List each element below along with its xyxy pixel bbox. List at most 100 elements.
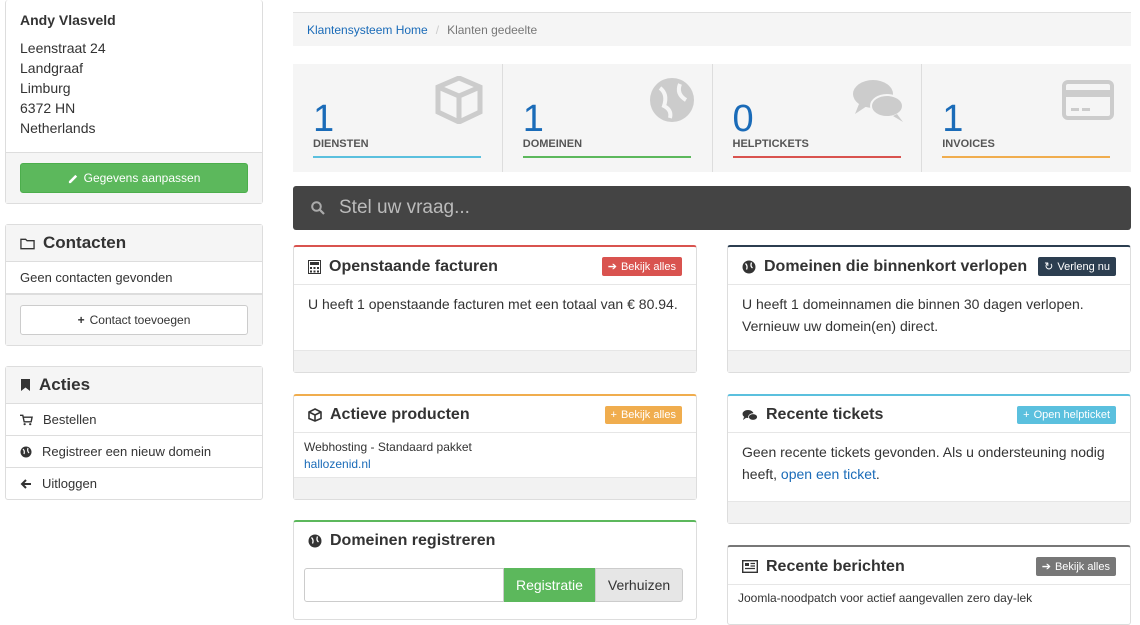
sidebar: Andy Vlasveld Leenstraat 24 Landgraaf Li… [5,0,263,520]
recent-tickets-text: Geen recente tickets gevonden. Als u ond… [728,433,1130,495]
plus-icon: + [610,409,617,421]
breadcrumb: Klantensysteem Home / Klanten gedeelte [293,12,1131,46]
recent-tickets-title: Recente tickets [766,406,884,423]
action-register-domain-label: Registreer een nieuw domein [42,444,212,459]
expiring-domains-title: Domeinen die binnenkort verlopen [764,257,1028,275]
credit-card-icon [1062,80,1114,120]
products-view-all-button[interactable]: + Bekijk alles [604,406,682,424]
edit-details-label: Gegevens aanpassen [83,171,201,185]
open-ticket-label: Open helpticket [1033,409,1110,421]
tickets-text-after: . [875,466,880,482]
comments-icon [853,80,905,122]
action-register-domain[interactable]: Registreer een nieuw domein [6,436,262,468]
address-line: 6372 HN [20,100,76,116]
news-item[interactable]: Joomla-noodpatch voor actief aangevallen… [728,585,1130,611]
expiring-card-footer [728,350,1130,372]
product-item[interactable]: Webhosting - Standaard pakket hallozenid… [294,433,696,479]
invoices-card: Openstaande facturen ➔ Bekijk alles U he… [293,245,697,373]
action-logout[interactable]: Uitloggen [6,468,262,499]
stat-tickets-label: HELPTICKETS [732,138,809,150]
renew-now-label: Verleng nu [1057,260,1110,273]
stat-invoices-bar [942,156,1111,158]
stats-bar: 1 DIENSTEN 1 DOMEINEN 0 HELPTICKETS 1 IN… [293,64,1131,172]
add-contact-label: Contact toevoegen [89,313,191,327]
search-input[interactable] [339,197,1039,219]
recent-tickets-card: Recente tickets + Open helpticket Geen r… [727,394,1131,524]
actions-panel: Acties Bestellen Registreer een nieuw do… [5,366,263,500]
actions-title: Acties [39,375,91,394]
stat-domains-label: DOMEINEN [522,138,583,150]
stat-services-value: 1 [313,98,335,140]
edit-details-button[interactable]: Gegevens aanpassen [20,163,248,193]
stat-tickets-bar [732,156,901,158]
contacts-panel: Contacten Geen contacten gevonden + Cont… [5,224,263,346]
news-view-all-button[interactable]: ➔ Bekijk alles [1035,557,1116,576]
breadcrumb-current: Klanten gedeelte [447,22,538,37]
action-order[interactable]: Bestellen [6,404,262,436]
product-name: Webhosting - Standaard pakket [304,440,472,454]
address-line: Netherlands [20,120,96,136]
add-contact-button[interactable]: + Contact toevoegen [20,305,248,335]
stat-domains-bar [522,156,691,158]
stat-tickets-value: 0 [732,98,754,140]
address-line: Landgraaf [20,60,84,76]
arrow-right-icon: ➔ [1041,561,1051,573]
tickets-card-footer [728,501,1130,523]
search-icon [311,201,325,215]
product-domain-link[interactable]: hallozenid.nl [304,456,686,473]
cart-icon [20,414,33,425]
globe-icon [742,260,756,273]
plus-icon: + [77,313,85,327]
cube-icon [435,76,483,124]
action-order-label: Bestellen [43,412,97,427]
contacts-empty-text: Geen contacten gevonden [6,262,262,294]
stat-invoices-label: INVOICES [942,138,995,150]
breadcrumb-home-link[interactable]: Klantensysteem Home [307,23,428,37]
bookmark-icon [21,379,30,391]
client-info-panel: Andy Vlasveld Leenstraat 24 Landgraaf Li… [5,0,263,204]
cube-icon [308,408,322,422]
invoices-view-all-button[interactable]: ➔ Bekijk alles [601,257,682,276]
calculator-icon [308,259,321,274]
invoices-title: Openstaande facturen [329,257,498,275]
arrow-right-icon: ➔ [607,261,617,273]
products-view-all-label: Bekijk alles [620,409,676,421]
search-bar [293,186,1131,230]
stat-tickets[interactable]: 0 HELPTICKETS [713,64,923,172]
domain-search-input[interactable] [304,568,504,602]
refresh-icon: ↻ [1044,261,1054,273]
client-name: Andy Vlasveld [20,12,116,28]
news-view-all-label: Bekijk alles [1054,560,1110,573]
plus-icon: + [1023,409,1030,421]
stat-invoices[interactable]: 1 INVOICES [922,64,1131,172]
address-line: Limburg [20,80,71,96]
folder-icon [20,238,35,249]
expiring-domains-text: U heeft 1 domeinnamen die binnen 30 dage… [742,296,1084,334]
stat-services-label: DIENSTEN [313,138,369,150]
open-ticket-link[interactable]: open een ticket [781,466,876,482]
expiring-domains-card: Domeinen die binnenkort verlopen ↻ Verle… [727,245,1131,373]
products-title: Actieve producten [330,406,470,423]
comments-icon [742,409,758,421]
register-domain-title: Domeinen registreren [330,532,496,549]
address-line: Leenstraat 24 [20,40,106,56]
open-ticket-button[interactable]: + Open helpticket [1017,406,1116,424]
stat-domains-value: 1 [522,98,544,140]
breadcrumb-separator: / [435,22,440,37]
invoices-view-all-label: Bekijk alles [620,260,676,273]
stat-domains[interactable]: 1 DOMEINEN [503,64,713,172]
globe-icon [20,446,32,457]
register-button[interactable]: Registratie [504,568,595,602]
pencil-icon [68,174,77,183]
action-logout-label: Uitloggen [42,476,97,491]
renew-now-button[interactable]: ↻ Verleng nu [1038,257,1116,276]
stat-services[interactable]: 1 DIENSTEN [293,64,503,172]
contacts-title: Contacten [43,233,127,252]
register-domain-card: Domeinen registreren Registratie Verhuiz… [293,520,697,620]
newspaper-icon [742,560,758,573]
products-card: Actieve producten + Bekijk alles Webhost… [293,394,697,500]
arrow-left-icon [20,478,31,489]
invoices-text: U heeft 1 openstaande facturen met een t… [308,296,678,312]
transfer-button[interactable]: Verhuizen [594,568,684,602]
recent-news-card: Recente berichten ➔ Bekijk alles Joomla-… [727,545,1131,625]
